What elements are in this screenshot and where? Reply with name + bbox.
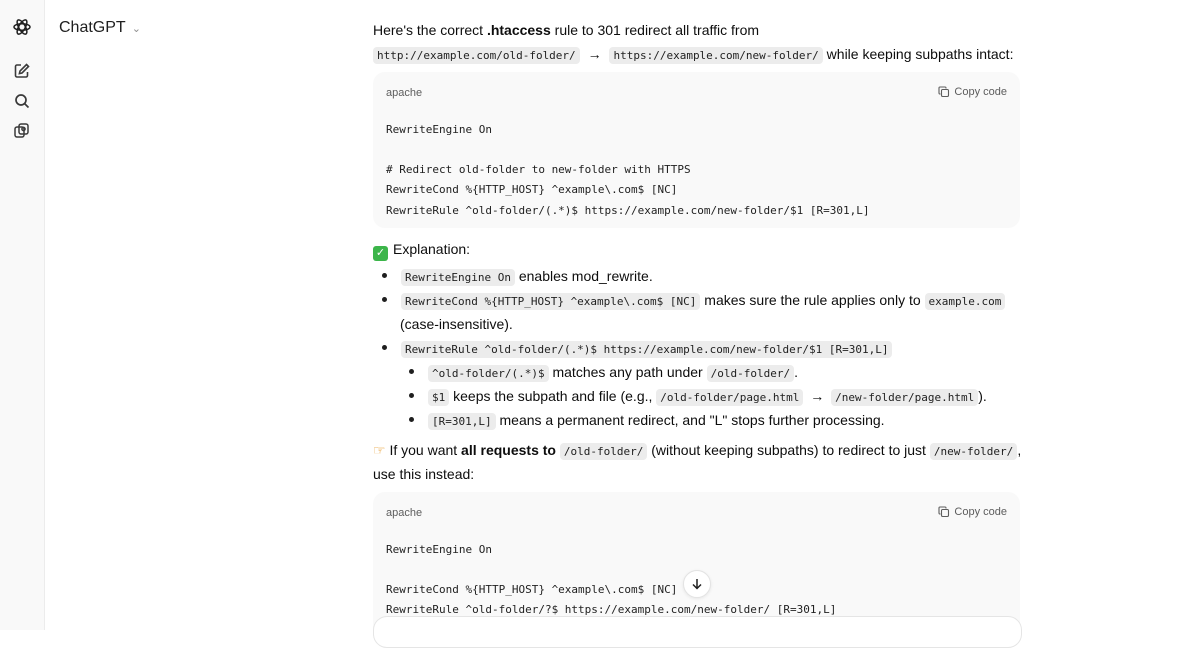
code-block-1: apache Copy code RewriteEngine On # Redi…: [373, 72, 1020, 228]
bullet-dot: [382, 297, 387, 302]
list-item-text: .: [794, 364, 798, 380]
scroll-to-bottom-button[interactable]: [683, 570, 711, 598]
inline-code: RewriteEngine On: [401, 269, 515, 286]
list-item-text: ).: [978, 388, 987, 404]
sidebar-rail: [0, 0, 45, 630]
arrow-glyph: →: [810, 388, 825, 404]
bullet-dot: [409, 393, 414, 398]
code-language-label: apache: [386, 507, 423, 519]
copy-icon: [938, 86, 950, 98]
check-mark-icon: ✓: [373, 246, 388, 261]
arrow-glyph: →: [587, 46, 602, 62]
inline-code: /new-folder/: [929, 443, 1018, 460]
bullet-dot: [409, 369, 414, 374]
chevron-down-icon: ⌄: [131, 22, 141, 35]
list-item-continuation: (case-insensitive).: [400, 316, 513, 332]
pointing-hand-icon: ☞: [373, 442, 386, 458]
code-line: RewriteEngine On: [386, 543, 492, 556]
copy-code-button[interactable]: Copy code: [938, 500, 1007, 524]
copy-code-label: Copy code: [954, 86, 1007, 98]
sub-list-item: ^old-folder/(.*)$ matches any path under…: [428, 360, 798, 386]
code-block-2: apache Copy code RewriteEngine On Rewrit…: [373, 492, 1020, 630]
list-item-text: means a permanent redirect, and "L" stop…: [495, 412, 885, 428]
list-item-text: enables mod_rewrite.: [514, 268, 653, 284]
inline-code: /old-folder/page.html: [656, 389, 804, 406]
tip-line-2: use this instead:: [373, 466, 475, 482]
tip-text: ,: [1017, 442, 1022, 458]
copy-code-label: Copy code: [954, 506, 1007, 518]
inline-code: /new-folder/page.html: [831, 389, 979, 406]
model-selector[interactable]: ChatGPT ⌄: [59, 19, 141, 37]
from-url-code: http://example.com/old-folder/: [373, 47, 580, 64]
gpts-icon[interactable]: [12, 121, 32, 141]
inline-code: RewriteRule ^old-folder/(.*)$ https://ex…: [401, 341, 893, 358]
code-line: RewriteEngine On: [386, 123, 492, 136]
bullet-dot: [409, 417, 414, 422]
intro-line-2: http://example.com/old-folder/ → https:/…: [373, 42, 1013, 68]
tip-text: If you want: [385, 442, 462, 458]
list-item: RewriteEngine On enables mod_rewrite.: [401, 264, 653, 290]
tip-bold: all requests to: [461, 442, 556, 458]
intro-text-2: rule to 301 redirect all traffic from: [550, 22, 760, 38]
inline-code: [R=301,L]: [428, 413, 496, 430]
list-item-text: makes sure the rule applies only to: [700, 292, 925, 308]
bullet-dot: [382, 345, 387, 350]
inline-code: /old-folder/: [706, 365, 795, 382]
inline-code: ^old-folder/(.*)$: [428, 365, 549, 382]
explanation-label: Explanation:: [393, 241, 471, 257]
intro-text-3: while keeping subpaths intact:: [822, 46, 1014, 62]
model-name: ChatGPT: [59, 19, 126, 36]
list-item-text: matches any path under: [548, 364, 707, 380]
sub-list-item: $1 keeps the subpath and file (e.g., /ol…: [428, 384, 987, 410]
inline-code: example.com: [924, 293, 1006, 310]
tip-line-1: ☞ If you want all requests to /old-folde…: [373, 438, 1021, 464]
message-composer[interactable]: [373, 616, 1022, 648]
code-language-label: apache: [386, 87, 423, 99]
copy-icon: [938, 506, 950, 518]
explanation-heading: ✓ Explanation:: [373, 237, 470, 261]
intro-line-1: Here's the correct .htaccess rule to 301…: [373, 18, 759, 42]
search-icon[interactable]: [12, 91, 32, 111]
inline-code: $1: [428, 389, 450, 406]
list-item: RewriteRule ^old-folder/(.*)$ https://ex…: [401, 336, 893, 362]
htaccess-bold: .htaccess: [486, 22, 551, 38]
code-line: RewriteRule ^old-folder/(.*)$ https://ex…: [386, 204, 870, 217]
tip-text: (without keeping subpaths) to redirect t…: [647, 442, 930, 458]
list-item-text: keeps the subpath and file (e.g.,: [449, 388, 657, 404]
inline-code: /old-folder/: [559, 443, 648, 460]
openai-logo-icon[interactable]: [12, 17, 32, 37]
copy-code-button[interactable]: Copy code: [938, 80, 1007, 104]
arrow-down-icon: [692, 579, 702, 590]
to-url-code: https://example.com/new-folder/: [609, 47, 823, 64]
list-item: RewriteCond %{HTTP_HOST} ^example\.com$ …: [401, 288, 1006, 314]
new-chat-icon[interactable]: [12, 61, 32, 81]
sub-list-item: [R=301,L] means a permanent redirect, an…: [428, 408, 885, 434]
bullet-dot: [382, 273, 387, 278]
intro-text: Here's the correct: [373, 22, 487, 38]
inline-code: RewriteCond %{HTTP_HOST} ^example\.com$ …: [401, 293, 701, 310]
